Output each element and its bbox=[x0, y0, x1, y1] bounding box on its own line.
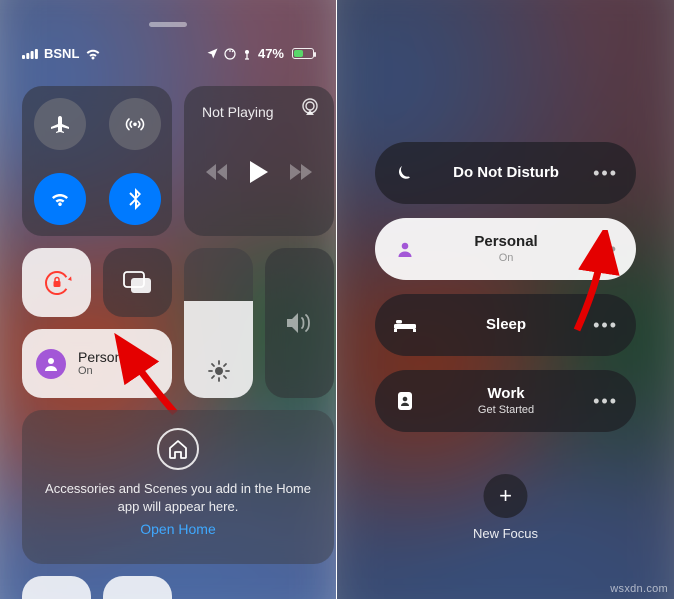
focus-row-sleep[interactable]: Sleep ••• bbox=[375, 294, 636, 356]
screen-mirroring-icon bbox=[123, 271, 153, 295]
screen-mirroring-button[interactable] bbox=[103, 248, 172, 317]
airplane-toggle[interactable] bbox=[22, 86, 97, 161]
media-play-button[interactable] bbox=[250, 161, 268, 183]
focus-row-name: Do Not Disturb bbox=[453, 165, 559, 182]
brightness-icon bbox=[208, 360, 230, 382]
media-module[interactable]: Not Playing bbox=[184, 86, 334, 236]
focus-row-more-button[interactable]: ••• bbox=[593, 163, 618, 184]
volume-icon bbox=[287, 312, 313, 334]
focus-row-name: Personal bbox=[474, 234, 537, 251]
cellular-toggle[interactable] bbox=[97, 86, 172, 161]
home-text: Accessories and Scenes you add in the Ho… bbox=[44, 480, 312, 515]
focus-row-work[interactable]: Work Get Started ••• bbox=[375, 370, 636, 432]
screenshot-control-center: BSNL 47% bbox=[0, 0, 337, 599]
open-home-link[interactable]: Open Home bbox=[140, 521, 215, 537]
focus-row-sub: Get Started bbox=[478, 404, 534, 416]
status-bar: BSNL 47% bbox=[0, 46, 336, 61]
airplay-icon[interactable] bbox=[300, 98, 320, 116]
home-module: Accessories and Scenes you add in the Ho… bbox=[22, 410, 334, 564]
focus-tile-name: Personal bbox=[78, 350, 133, 365]
brightness-slider[interactable] bbox=[184, 248, 253, 398]
wifi-toggle-icon bbox=[34, 173, 86, 225]
add-focus-label: New Focus bbox=[473, 526, 538, 541]
plus-icon: + bbox=[484, 474, 528, 518]
volume-slider[interactable] bbox=[265, 248, 334, 398]
focus-row-dnd[interactable]: Do Not Disturb ••• bbox=[375, 142, 636, 204]
orientation-lock-icon bbox=[42, 268, 72, 298]
person-icon bbox=[391, 240, 419, 258]
connectivity-module bbox=[22, 86, 172, 236]
location-icon bbox=[207, 48, 218, 59]
focus-row-sub: On bbox=[499, 252, 514, 264]
control-center-handle[interactable] bbox=[149, 22, 187, 27]
bluetooth-toggle[interactable] bbox=[97, 161, 172, 236]
home-icon bbox=[157, 428, 199, 470]
media-prev-button[interactable] bbox=[206, 164, 228, 180]
watermark: wsxdn.com bbox=[610, 583, 668, 595]
timer-button[interactable] bbox=[103, 576, 172, 599]
moon-icon bbox=[391, 164, 419, 182]
carrier-label: BSNL bbox=[44, 46, 79, 61]
alarm-icon bbox=[242, 48, 252, 60]
focus-tile[interactable]: Personal On bbox=[22, 329, 172, 398]
airplane-icon bbox=[34, 98, 86, 150]
rotation-status-icon bbox=[224, 48, 236, 60]
focus-row-personal[interactable]: Personal On ••• bbox=[375, 218, 636, 280]
focus-row-name: Work bbox=[487, 386, 524, 403]
signal-icon bbox=[22, 48, 38, 59]
battery-pct: 47% bbox=[258, 46, 284, 61]
flashlight-button[interactable] bbox=[22, 576, 91, 599]
battery-icon bbox=[290, 48, 314, 59]
person-icon bbox=[36, 349, 66, 379]
bluetooth-icon bbox=[109, 173, 161, 225]
media-next-button[interactable] bbox=[290, 164, 312, 180]
focus-row-more-button[interactable]: ••• bbox=[593, 315, 618, 336]
orientation-lock-toggle[interactable] bbox=[22, 248, 91, 317]
badge-icon bbox=[391, 391, 419, 411]
focus-tile-sub: On bbox=[78, 365, 133, 377]
bed-icon bbox=[391, 318, 419, 332]
focus-row-name: Sleep bbox=[486, 317, 526, 334]
screenshot-focus-list: Do Not Disturb ••• Personal On ••• Sleep… bbox=[337, 0, 674, 599]
add-focus-button[interactable]: + New Focus bbox=[473, 474, 538, 541]
media-title: Not Playing bbox=[202, 104, 274, 120]
wifi-toggle[interactable] bbox=[22, 161, 97, 236]
focus-row-more-button[interactable]: ••• bbox=[593, 391, 618, 412]
wifi-icon bbox=[85, 48, 101, 60]
focus-row-more-button[interactable]: ••• bbox=[593, 239, 618, 260]
cellular-icon bbox=[109, 98, 161, 150]
